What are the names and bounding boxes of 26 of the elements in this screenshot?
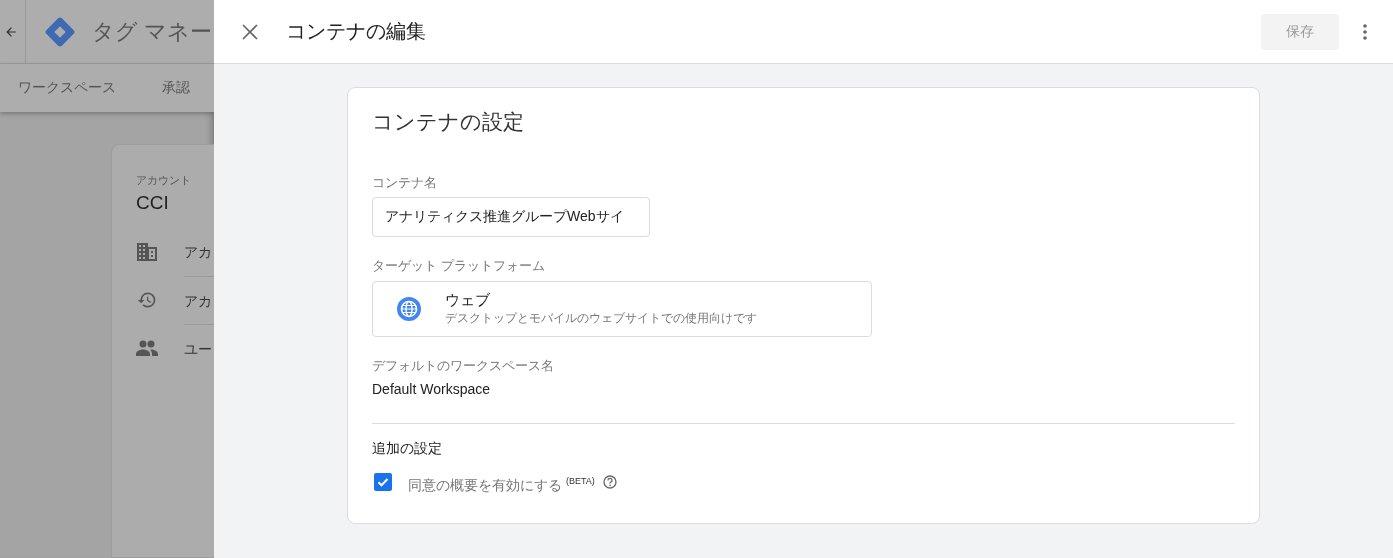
field-label: デフォルトのワークスペース名 [372, 357, 554, 375]
card-title: コンテナの設定 [372, 109, 524, 135]
section-heading: 追加の設定 [372, 440, 442, 458]
history-icon [136, 290, 158, 310]
workspace-name: Default Workspace [372, 381, 490, 397]
container-name-field[interactable]: アナリティクス推進グループWebサイ [372, 197, 650, 237]
account-name: CCI [136, 192, 170, 214]
panel-title: コンテナの編集 [286, 19, 427, 44]
account-caption: アカウント [136, 173, 192, 188]
platform-option[interactable]: ウェブ デスクトップとモバイルのウェブサイトでの使用向けです [372, 281, 872, 337]
platform-name: ウェブ [445, 291, 491, 310]
account-menu-item[interactable]: アカ [184, 228, 214, 276]
globe-icon [397, 297, 421, 321]
nav-tab[interactable]: ワークスペース [18, 79, 116, 97]
nav-tab[interactable]: 承認 [162, 79, 190, 97]
help-icon[interactable] [602, 475, 617, 490]
platform-description: デスクトップとモバイルのウェブサイトでの使用向けです [445, 310, 757, 327]
building-icon [136, 243, 158, 261]
checkbox-label: 同意の概要を有効にする $^{(BETA)}$ [408, 476, 595, 495]
checkbox[interactable] [374, 473, 392, 492]
people-icon [136, 340, 158, 356]
field-label: ターゲット プラットフォーム [372, 257, 545, 275]
app-title: タグ マネー [92, 17, 213, 46]
more-icon[interactable] [1363, 23, 1367, 40]
close-icon[interactable] [242, 23, 258, 40]
field-label: コンテナ名 [372, 174, 437, 192]
